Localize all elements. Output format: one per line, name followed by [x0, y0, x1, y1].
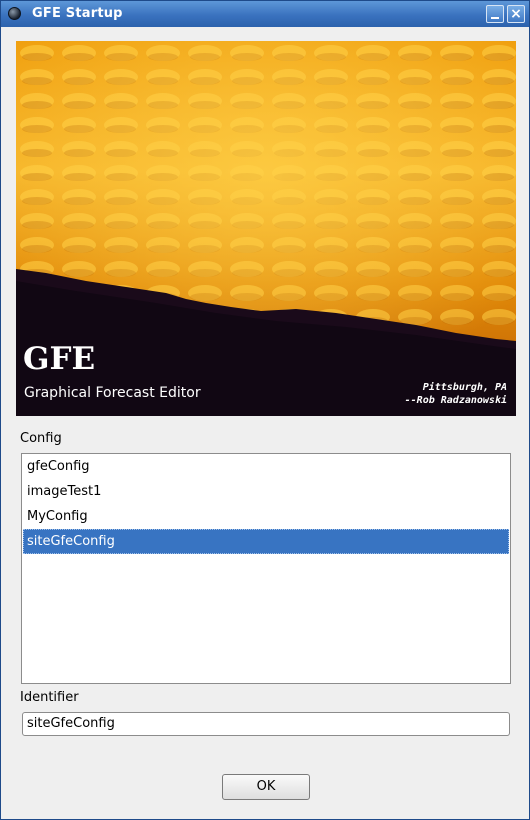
identifier-label: Identifier — [20, 690, 79, 705]
minimize-icon — [491, 17, 499, 19]
list-item-imagetest1[interactable]: imageTest1 — [23, 479, 509, 504]
close-button[interactable]: × — [507, 5, 525, 23]
ok-button[interactable]: OK — [222, 774, 310, 800]
identifier-input[interactable]: siteGfeConfig — [22, 712, 510, 736]
list-item-gfeconfig[interactable]: gfeConfig — [23, 454, 509, 479]
list-item-sitegfeconfig[interactable]: siteGfeConfig — [23, 529, 509, 554]
credit-author: --Rob Radzanowski — [404, 395, 507, 406]
app-icon — [8, 7, 21, 20]
credit-location: Pittsburgh, PA — [422, 382, 507, 393]
minimize-button[interactable] — [486, 5, 504, 23]
config-list[interactable]: gfeConfig imageTest1 MyConfig siteGfeCon… — [21, 453, 511, 684]
photo-credit: Pittsburgh, PA --Rob Radzanowski — [405, 381, 507, 407]
list-item-myconfig[interactable]: MyConfig — [23, 504, 509, 529]
close-icon: × — [510, 6, 522, 22]
gfe-startup-dialog: GFE Startup × GFE Graphical Forecast Edi… — [0, 0, 530, 820]
gfe-logo-title: GFE — [23, 341, 96, 377]
window-title: GFE Startup — [32, 6, 123, 21]
splash-banner-image: GFE Graphical Forecast Editor Pittsburgh… — [16, 41, 516, 416]
gfe-subtitle: Graphical Forecast Editor — [24, 385, 201, 401]
config-label: Config — [20, 431, 62, 446]
title-bar[interactable]: GFE Startup × — [1, 1, 529, 27]
